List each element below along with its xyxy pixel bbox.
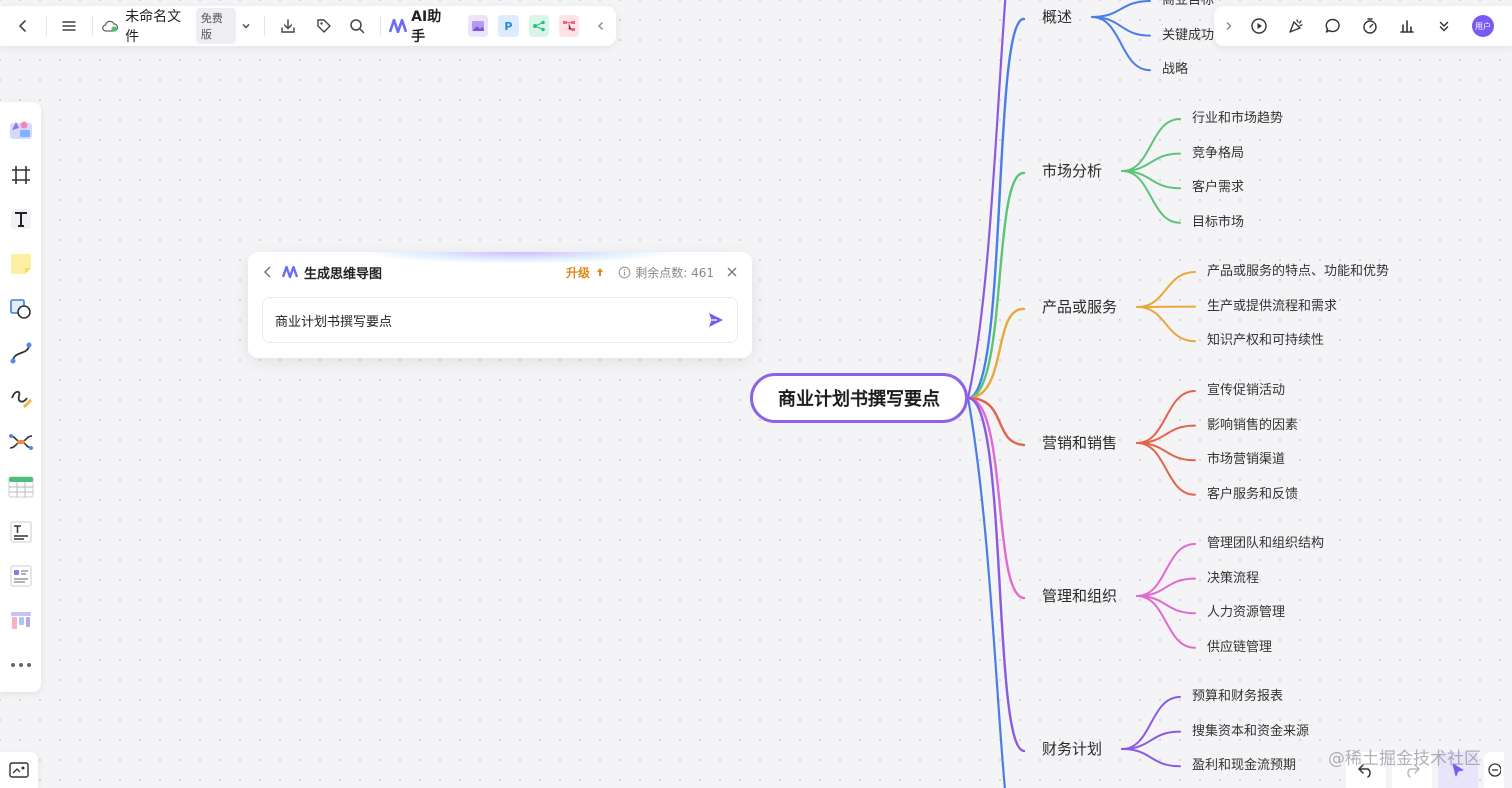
- mindmap-child-node[interactable]: 知识产权和可持续性: [1207, 332, 1324, 350]
- mindmap-edge-child: [1091, 0, 1151, 18]
- card-list-tool-icon[interactable]: [3, 554, 39, 599]
- mindmap-branch-node[interactable]: 市场分析: [1042, 162, 1102, 180]
- upgrade-button[interactable]: 升级: [566, 264, 604, 281]
- points-label: 剩余点数: 461: [635, 265, 714, 280]
- minimap-toggle-icon[interactable]: [0, 752, 38, 788]
- ai-mindmap-panel: 生成思维导图 升级 剩余点数: 461 商业计划书撰写要点: [248, 252, 752, 358]
- frame-tool-icon[interactable]: [3, 153, 39, 198]
- root-node-label: 商业计划书撰写要点: [778, 389, 940, 410]
- upgrade-arrow-icon: [597, 267, 604, 276]
- divider: [92, 16, 94, 36]
- divider: [264, 16, 266, 36]
- mindmap-branch-node[interactable]: 财务计划: [1042, 740, 1102, 758]
- mindmap-child-node[interactable]: 客户需求: [1192, 179, 1244, 197]
- mindmap-child-node[interactable]: 搜集资本和资金来源: [1192, 723, 1309, 741]
- send-icon[interactable]: [707, 311, 725, 329]
- mindmap-edge-branch: [966, 17, 1026, 400]
- watermark: @稀土掘金技术社区: [1328, 749, 1481, 769]
- mindmap-child-node[interactable]: 供应链管理: [1207, 639, 1272, 657]
- left-tool-palette: [0, 102, 41, 692]
- back-icon[interactable]: [262, 265, 274, 279]
- sticky-note-icon[interactable]: [3, 242, 39, 287]
- connector-tool-icon[interactable]: [3, 331, 39, 376]
- search-icon[interactable]: [343, 10, 373, 42]
- mindmap-branch-node[interactable]: 管理和组织: [1042, 587, 1117, 605]
- tag-icon[interactable]: [309, 10, 339, 42]
- table-tool-icon[interactable]: [3, 465, 39, 510]
- kanban-tool-icon[interactable]: [3, 599, 39, 644]
- close-icon[interactable]: [726, 266, 738, 278]
- more-tools-icon[interactable]: [3, 643, 39, 688]
- menu-icon[interactable]: [55, 10, 85, 42]
- mindmap-child-node[interactable]: 产品或服务的特点、功能和优势: [1207, 263, 1389, 281]
- divider: [45, 16, 47, 36]
- pen-tool-icon[interactable]: [3, 376, 39, 421]
- doc-text-tool-icon[interactable]: [3, 509, 39, 554]
- mindmap-edge-branch: [966, 396, 1026, 600]
- mindmap-child-node[interactable]: 宣传促销活动: [1207, 382, 1285, 400]
- mindmap-child-node[interactable]: 人力资源管理: [1207, 604, 1285, 622]
- mindmap-edge-child: [1121, 748, 1181, 768]
- ai-panel-header: 生成思维导图 升级 剩余点数: 461: [262, 262, 738, 282]
- mindmap-root-node[interactable]: 商业计划书撰写要点: [750, 373, 968, 423]
- mindmap-tool-icon[interactable]: [3, 420, 39, 465]
- vote-chart-icon[interactable]: [1388, 10, 1425, 42]
- timer-icon[interactable]: [1351, 10, 1388, 42]
- prompt-input-value: 商业计划书撰写要点: [275, 314, 393, 330]
- top-toolbar: 未命名文件 免费版 AI助手 P: [0, 6, 616, 46]
- chevron-double-down-icon[interactable]: [1425, 10, 1462, 42]
- mindmap-edge-child: [1091, 16, 1151, 72]
- mindmap-branch-node[interactable]: 产品或服务: [1042, 298, 1117, 316]
- mindmap-prompt-input[interactable]: 商业计划书撰写要点: [262, 297, 738, 343]
- back-icon[interactable]: [8, 10, 38, 42]
- mindmap-child-node[interactable]: 管理团队和组织结构: [1207, 535, 1324, 553]
- ai-logo-icon: [282, 266, 298, 278]
- file-name[interactable]: 未命名文件: [125, 6, 190, 46]
- mindmap-branch-node[interactable]: 营销和销售: [1042, 434, 1117, 452]
- mindmap-edge-child: [1136, 271, 1196, 308]
- download-icon[interactable]: [273, 10, 303, 42]
- user-avatar[interactable]: 用户: [1472, 15, 1494, 37]
- mindmap-child-node[interactable]: 决策流程: [1207, 570, 1259, 588]
- ai-assistant-button[interactable]: AI助手: [411, 6, 452, 46]
- top-right-toolbar: 用户: [1214, 6, 1512, 46]
- mindmap-child-node[interactable]: 预算和财务报表: [1192, 688, 1283, 706]
- play-presentation-icon[interactable]: [1240, 10, 1277, 42]
- mindmap-child-node[interactable]: 盈利和现金流预期: [1192, 757, 1296, 775]
- mindmap-child-node[interactable]: 生产或提供流程和需求: [1207, 298, 1337, 316]
- ppt-app-icon[interactable]: P: [498, 15, 519, 37]
- flow-app-icon[interactable]: [528, 15, 549, 37]
- mindmap-branch-node[interactable]: 概述: [1042, 8, 1072, 26]
- mindmap-child-node[interactable]: 竞争格局: [1192, 145, 1244, 163]
- zoom-out-icon[interactable]: [1484, 752, 1504, 788]
- mindmap-child-node[interactable]: 战略: [1162, 61, 1188, 79]
- expand-toolbar-icon[interactable]: [1218, 10, 1240, 42]
- plan-badge: 免费版: [195, 8, 237, 44]
- text-tool-icon[interactable]: [3, 197, 39, 242]
- collapse-toolbar-icon[interactable]: [586, 10, 616, 42]
- upgrade-label: 升级: [566, 265, 591, 280]
- ai-panel-title: 生成思维导图: [304, 266, 383, 282]
- mindmap-edges: [966, 0, 1196, 788]
- ai-logo-icon[interactable]: [389, 19, 408, 33]
- comment-icon[interactable]: [1314, 10, 1351, 42]
- celebrate-icon[interactable]: [1277, 10, 1314, 42]
- image-gen-icon[interactable]: [467, 15, 489, 37]
- mindmap-child-node[interactable]: 客户服务和反馈: [1207, 486, 1298, 504]
- template-library-icon[interactable]: [3, 108, 39, 153]
- shape-tool-icon[interactable]: [3, 286, 39, 331]
- mindmap-child-node[interactable]: 目标市场: [1192, 214, 1244, 232]
- mindmap-child-node[interactable]: 商业目标: [1162, 0, 1214, 10]
- mindmap-child-node[interactable]: 影响销售的因素: [1207, 417, 1298, 435]
- points-remaining: 剩余点数: 461: [618, 264, 714, 281]
- mindmap-edge-child: [1136, 306, 1196, 343]
- divider: [380, 16, 382, 36]
- info-icon: [618, 266, 631, 278]
- mindmap-child-node[interactable]: 市场营销渠道: [1207, 451, 1285, 469]
- mindmap-child-node[interactable]: 行业和市场趋势: [1192, 110, 1283, 128]
- cloud-sync-icon: [101, 19, 119, 33]
- mindmap-app-icon[interactable]: [559, 15, 580, 37]
- chevron-down-icon[interactable]: [240, 20, 252, 32]
